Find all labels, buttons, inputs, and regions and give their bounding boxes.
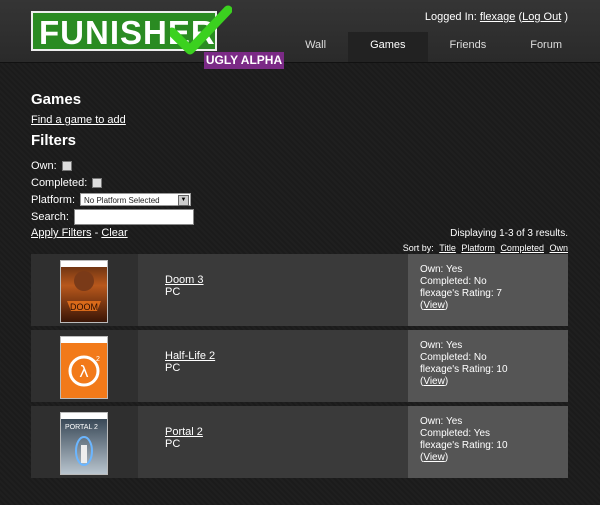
- username-link[interactable]: flexage: [480, 11, 515, 23]
- completed-checkbox[interactable]: [92, 177, 103, 188]
- own-label: Own:: [31, 159, 57, 172]
- login-prefix: Logged In:: [424, 11, 477, 23]
- clear-filters-link[interactable]: Clear: [101, 227, 127, 239]
- sort-completed[interactable]: Completed: [500, 243, 544, 253]
- completed-status: Completed: Yes: [420, 428, 491, 439]
- chevron-down-icon: ▼: [178, 195, 190, 206]
- filter-separator: -: [94, 227, 99, 239]
- game-row: λ 2 Half-Life 2 PC Own: Yes Completed: N…: [31, 330, 568, 402]
- view-wrapper: (View): [420, 452, 449, 463]
- game-title-cell: Portal 2 PC: [165, 426, 203, 450]
- page-title: Games: [31, 91, 82, 108]
- main-content: Games Find a game to add Filters Own: Co…: [31, 86, 568, 478]
- game-platform: PC: [165, 286, 181, 298]
- game-row: PORTAL 2 Portal 2 PC Own: Yes Completed:…: [31, 406, 568, 478]
- game-platform: PC: [165, 438, 181, 450]
- nav-forum[interactable]: Forum: [508, 32, 584, 62]
- game-list: DOOM Doom 3 PC Own: Yes Completed: No fl…: [31, 254, 568, 482]
- own-status: Own: Yes: [420, 416, 463, 427]
- platform-label: Platform:: [31, 193, 76, 206]
- completed-status: Completed: No: [420, 276, 487, 287]
- thumb-cell: λ 2: [31, 330, 138, 402]
- svg-text:DOOM: DOOM: [70, 302, 98, 312]
- thumb-cell: DOOM: [31, 254, 138, 326]
- sort-bar: Sort by: Title Platform Completed Own: [403, 243, 568, 253]
- search-label: Search:: [31, 210, 69, 223]
- completed-status: Completed: No: [420, 352, 487, 363]
- thumb-cell: PORTAL 2: [31, 406, 138, 478]
- own-status: Own: Yes: [420, 264, 463, 275]
- login-status: Logged In: flexage (Log Out ): [425, 11, 568, 23]
- view-link[interactable]: View: [423, 376, 445, 387]
- game-info: Own: Yes Completed: No flexage's Rating:…: [408, 330, 568, 402]
- rating: flexage's Rating: 7: [420, 288, 502, 299]
- game-title-link[interactable]: Portal 2: [165, 426, 203, 438]
- own-filter: Own:: [31, 159, 568, 172]
- rating: flexage's Rating: 10: [420, 364, 508, 375]
- portal-art: PORTAL 2: [61, 413, 107, 466]
- game-title-cell: Half-Life 2 PC: [165, 350, 215, 374]
- game-info: Own: Yes Completed: Yes flexage's Rating…: [408, 406, 568, 478]
- nav-wall[interactable]: Wall: [283, 32, 348, 62]
- nav-games[interactable]: Games: [348, 32, 428, 62]
- search-filter: Search:: [31, 208, 568, 225]
- own-checkbox[interactable]: [61, 160, 72, 171]
- view-link[interactable]: View: [423, 300, 445, 311]
- halflife-art: λ 2: [61, 337, 107, 387]
- halflife-cover[interactable]: λ 2: [60, 336, 108, 399]
- logo-badge: UGLY ALPHA: [204, 52, 284, 69]
- platform-filter: Platform: No Platform Selected ▼: [31, 193, 568, 206]
- portal-cover[interactable]: PORTAL 2: [60, 412, 108, 475]
- view-wrapper: (View): [420, 376, 449, 387]
- sort-platform[interactable]: Platform: [461, 243, 495, 253]
- nav-friends[interactable]: Friends: [428, 32, 509, 62]
- platform-select[interactable]: No Platform Selected ▼: [80, 193, 192, 206]
- svg-text:2: 2: [96, 356, 100, 363]
- game-title-link[interactable]: Doom 3: [165, 274, 204, 286]
- own-status: Own: Yes: [420, 340, 463, 351]
- sort-own[interactable]: Own: [549, 243, 568, 253]
- main-nav: Wall Games Friends Forum: [283, 32, 584, 62]
- doom-art: DOOM: [61, 261, 107, 312]
- game-platform: PC: [165, 362, 181, 374]
- paren-close: ): [564, 11, 568, 23]
- doom-cover[interactable]: DOOM: [60, 260, 108, 323]
- search-input[interactable]: [73, 208, 194, 225]
- sort-title[interactable]: Title: [439, 243, 456, 253]
- game-title-cell: Doom 3 PC: [165, 274, 204, 298]
- completed-filter: Completed:: [31, 176, 568, 189]
- site-header: FUNISHER UGLY ALPHA Logged In: flexage (…: [0, 0, 600, 69]
- view-wrapper: (View): [420, 300, 449, 311]
- game-info: Own: Yes Completed: No flexage's Rating:…: [408, 254, 568, 326]
- svg-text:PORTAL 2: PORTAL 2: [65, 424, 98, 431]
- sort-label: Sort by:: [402, 243, 434, 253]
- platform-select-value: No Platform Selected: [84, 196, 160, 205]
- view-link[interactable]: View: [423, 452, 445, 463]
- svg-text:λ: λ: [79, 362, 88, 381]
- filters-title: Filters: [31, 132, 77, 149]
- completed-label: Completed:: [31, 176, 88, 189]
- apply-filters-link[interactable]: Apply Filters: [31, 227, 92, 239]
- results-count: Displaying 1-3 of 3 results.: [450, 228, 568, 239]
- game-row: DOOM Doom 3 PC Own: Yes Completed: No fl…: [31, 254, 568, 326]
- find-game-link[interactable]: Find a game to add: [31, 114, 126, 126]
- game-title-link[interactable]: Half-Life 2: [165, 350, 215, 362]
- rating: flexage's Rating: 10: [420, 440, 508, 451]
- results-info: Displaying 1-3 of 3 results. Sort by: Ti…: [403, 228, 568, 253]
- logout-link[interactable]: Log Out: [522, 11, 561, 23]
